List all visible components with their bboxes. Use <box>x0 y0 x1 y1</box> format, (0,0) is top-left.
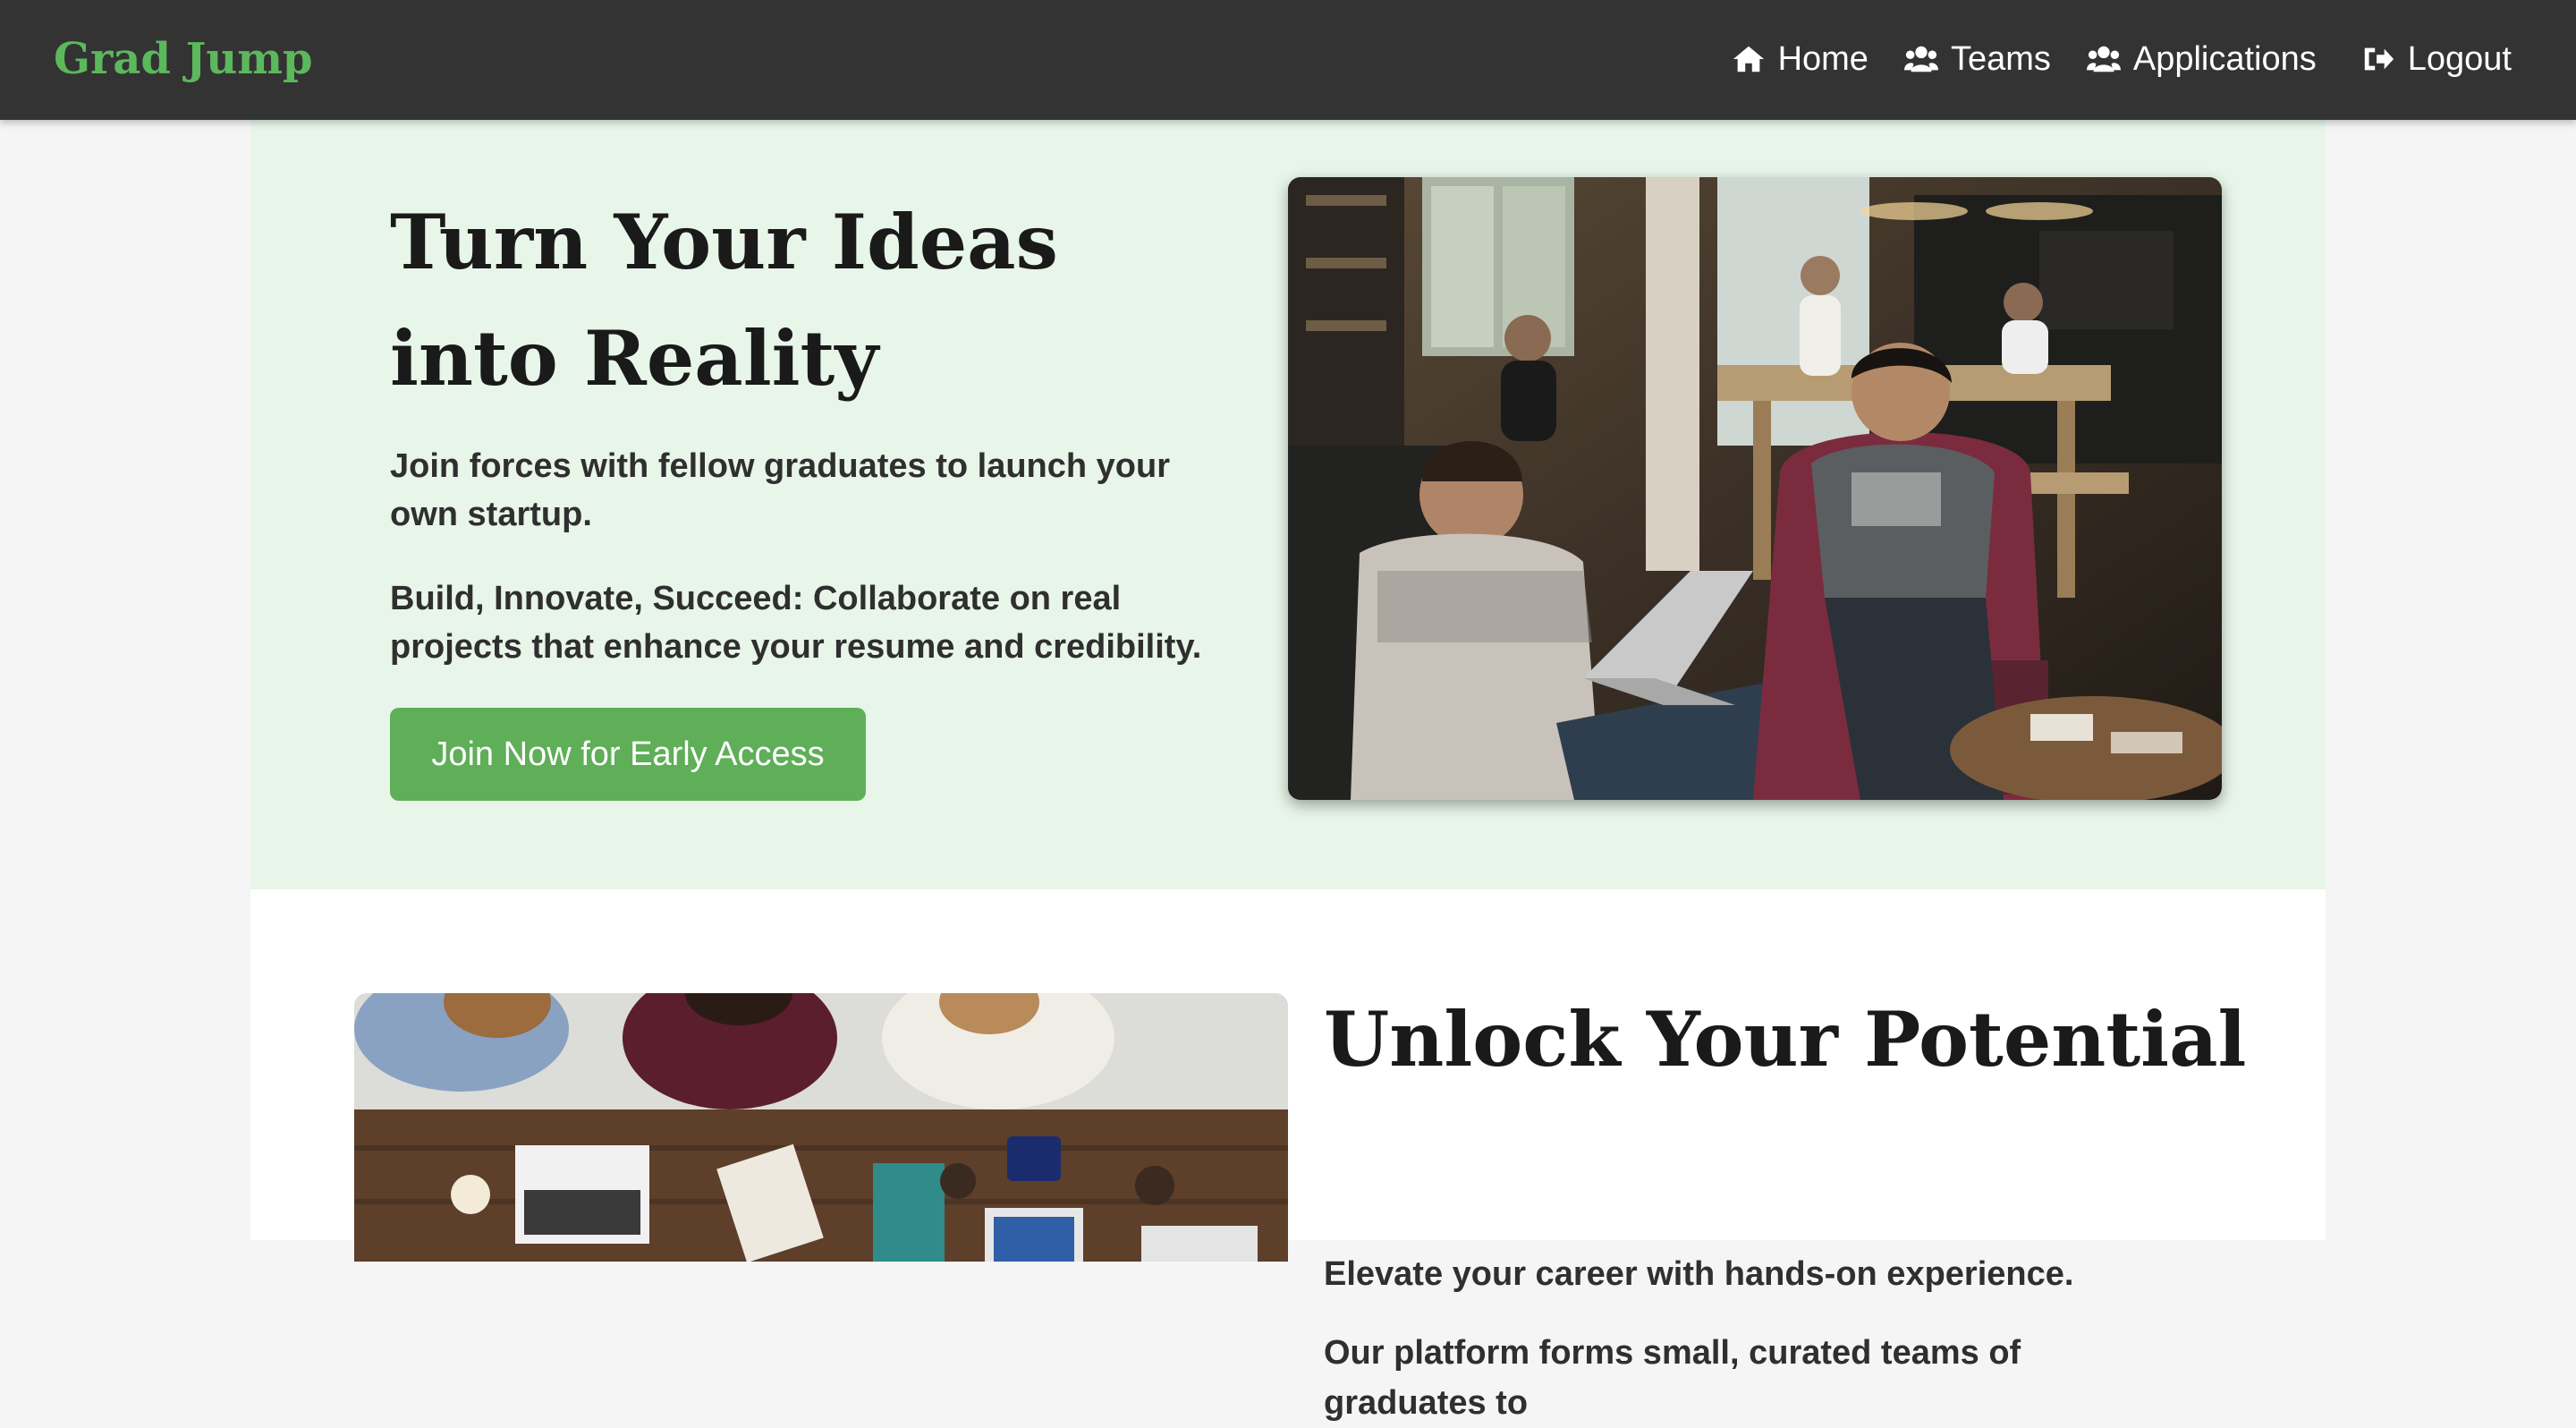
nav-home-link[interactable]: Home <box>1732 34 1868 84</box>
sign-out-icon <box>2361 44 2395 74</box>
nav-applications-label: Applications <box>2132 40 2317 78</box>
users-icon <box>2086 44 2121 74</box>
nav-teams-label: Teams <box>1950 40 2051 78</box>
nav-home-label: Home <box>1777 40 1868 78</box>
main-container: Turn Your Ideas into Reality Join forces… <box>250 120 2326 1422</box>
nav-teams-link[interactable]: Teams <box>1903 34 2051 84</box>
section-title: Unlock Your Potential <box>1324 995 2247 1084</box>
nav-logout-link[interactable]: Logout <box>2361 34 2512 84</box>
hero-section: Turn Your Ideas into Reality Join forces… <box>250 120 2326 889</box>
brand-logo[interactable]: Grad Jump <box>54 30 313 88</box>
join-now-button[interactable]: Join Now for Early Access <box>390 708 866 801</box>
hero-image <box>1288 177 2222 800</box>
home-icon <box>1732 44 1766 74</box>
users-icon <box>1903 44 1938 74</box>
teamwork-image <box>354 993 1288 1262</box>
navbar: Grad Jump Home Teams Applications Logout <box>0 0 2576 120</box>
hero-title: Turn Your Ideas into Reality <box>390 198 1058 403</box>
nav-links: Home Teams Applications Logout <box>1696 34 2512 84</box>
nav-logout-label: Logout <box>2407 40 2512 78</box>
hero-subtitle: Join forces with fellow graduates to lau… <box>390 447 1171 533</box>
nav-applications-link[interactable]: Applications <box>2086 34 2317 84</box>
section-description: Our platform forms small, curated teams … <box>1324 1334 2021 1422</box>
hero-description: Build, Innovate, Succeed: Collaborate on… <box>390 580 1202 666</box>
section-subtitle: Elevate your career with hands-on experi… <box>1324 1255 2074 1293</box>
